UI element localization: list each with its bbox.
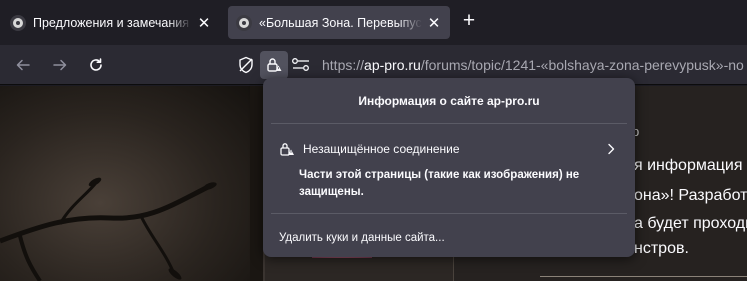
insecure-lock-icon xyxy=(280,143,294,156)
back-button[interactable] xyxy=(10,52,36,78)
tab-inactive[interactable]: Предложения и замечания по ✕ xyxy=(2,6,220,39)
post-text-line: я информация с xyxy=(634,157,747,174)
post-text-line: а будет проходн xyxy=(634,215,747,232)
url-text[interactable]: https://ap-pro.ru/forums/topic/1241-«bol… xyxy=(322,57,744,73)
close-tab-icon[interactable]: ✕ xyxy=(426,14,442,32)
site-security-button[interactable] xyxy=(260,51,288,79)
insecure-lock-icon xyxy=(267,58,282,72)
site-favicon-icon xyxy=(236,14,252,31)
new-tab-button[interactable]: + xyxy=(458,10,480,33)
reload-button[interactable] xyxy=(83,52,109,78)
tree-branch-art xyxy=(0,177,217,281)
tracking-protection-shield-icon[interactable] xyxy=(236,55,256,75)
panel-title: Информация о сайте ap-pro.ru xyxy=(358,93,540,108)
tab-active[interactable]: «Большая Зона. Перевыпуск» ✕ xyxy=(228,6,450,39)
tab-strip: Предложения и замечания по ✕ «Большая Зо… xyxy=(0,0,747,45)
post-text-line: нстров. xyxy=(634,240,689,257)
tab-title: Предложения и замечания по xyxy=(33,15,192,30)
arrow-left-icon xyxy=(16,59,30,71)
clear-cookies-button[interactable]: Удалить куки и данные сайта... xyxy=(271,227,453,249)
site-information-panel: Информация о сайте ap-pro.ru Незащищённо… xyxy=(263,78,635,257)
divider xyxy=(271,123,627,124)
connection-security-row[interactable]: Незащищённое соединение xyxy=(271,134,627,164)
reload-icon xyxy=(90,58,102,71)
arrow-right-icon xyxy=(53,59,67,71)
divider xyxy=(271,213,627,214)
connection-description: Части этой страницы (такие как изображен… xyxy=(299,169,580,198)
background-art xyxy=(0,86,250,281)
permissions-icon[interactable] xyxy=(290,55,312,75)
url-host: ap-pro.ru xyxy=(364,57,421,73)
chevron-right-icon xyxy=(608,143,615,155)
post-text-line: она»! Разработ xyxy=(634,187,747,204)
browser-window: Предложения и замечания по ✕ «Большая Зо… xyxy=(0,0,747,281)
tab-title: «Большая Зона. Перевыпуск» xyxy=(259,15,422,30)
divider xyxy=(540,276,747,277)
url-scheme: https:// xyxy=(322,57,365,73)
url-path: /forums/topic/1241-«bolshaya-zona-perevy… xyxy=(420,57,744,73)
connection-label: Незащищённое соединение xyxy=(303,142,460,156)
close-tab-icon[interactable]: ✕ xyxy=(196,14,212,32)
url-bar[interactable]: https://ap-pro.ru/forums/topic/1241-«bol… xyxy=(228,49,747,81)
forward-button[interactable] xyxy=(47,52,73,78)
site-favicon-icon xyxy=(10,14,26,31)
